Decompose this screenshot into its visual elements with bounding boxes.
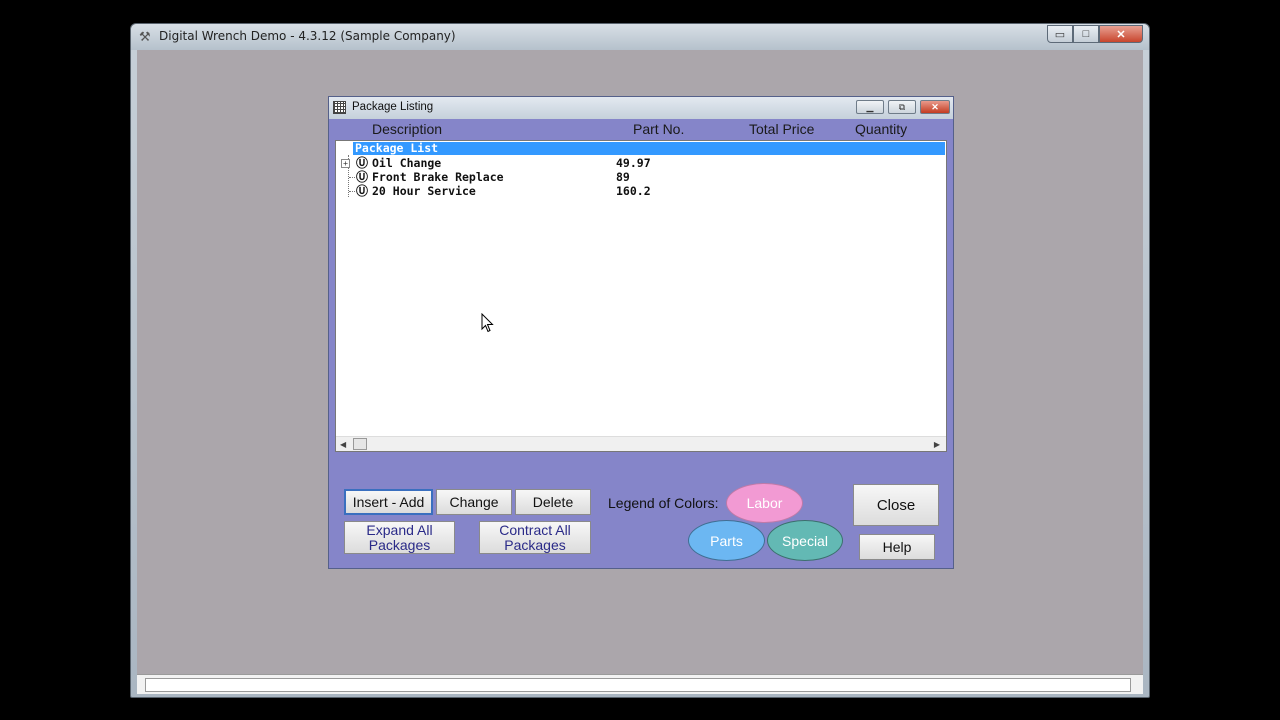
delete-button[interactable]: Delete (515, 489, 591, 515)
expand-plus-icon[interactable]: + (341, 159, 350, 168)
close-icon: ✕ (931, 101, 939, 112)
package-icon: Ⓤ (356, 184, 369, 198)
column-header-total-price[interactable]: Total Price (749, 121, 814, 137)
close-icon: ✕ (1116, 28, 1126, 41)
package-icon: Ⓤ (356, 170, 369, 184)
app-titlebar[interactable]: ⚒ Digital Wrench Demo - 4.3.12 (Sample C… (131, 24, 1149, 50)
tree-branch-line (349, 177, 355, 178)
legend-label: Legend of Colors: (608, 495, 719, 511)
close-button[interactable]: Close (853, 484, 939, 526)
legend-parts-badge: Parts (688, 520, 765, 561)
dialog-minimize-button[interactable]: ▁ (856, 100, 884, 114)
maximize-icon: □ (1082, 28, 1090, 40)
package-name: Front Brake Replace (372, 170, 504, 184)
package-price: 49.97 (616, 156, 651, 170)
grid-icon (333, 101, 346, 114)
legend-special-badge: Special (767, 520, 843, 561)
expand-all-packages-button[interactable]: Expand All Packages (344, 521, 455, 554)
horizontal-scrollbar[interactable]: ◀ ▶ (336, 436, 946, 451)
tree-item-front-brake-replace[interactable]: Ⓤ Front Brake Replace 89 (336, 170, 936, 184)
package-price: 160.2 (616, 184, 651, 198)
wrench-icon: ⚒ (139, 29, 151, 44)
tree-content: Package List + Ⓤ Oil Change 49.97 Ⓤ Fron… (336, 141, 946, 436)
package-name: Oil Change (372, 156, 442, 170)
tree-item-oil-change[interactable]: + Ⓤ Oil Change 49.97 (336, 156, 936, 170)
mouse-cursor-icon (481, 313, 494, 333)
scroll-right-arrow-icon[interactable]: ▶ (934, 440, 940, 449)
package-price: 89 (616, 170, 630, 184)
status-bar (137, 674, 1143, 694)
scroll-thumb[interactable] (353, 438, 367, 450)
app-title: Digital Wrench Demo - 4.3.12 (Sample Com… (159, 29, 456, 43)
app-window-controls: ▭ □ ✕ (1047, 25, 1143, 43)
maximize-button[interactable]: □ (1073, 25, 1099, 43)
minimize-icon: ▭ (1054, 28, 1066, 41)
tree-branch-line (349, 191, 355, 192)
package-name: 20 Hour Service (372, 184, 476, 198)
column-headers: Description Part No. Total Price Quantit… (333, 119, 949, 139)
status-field (145, 678, 1131, 692)
column-header-quantity[interactable]: Quantity (855, 121, 907, 137)
legend-labor-badge: Labor (726, 483, 803, 523)
restore-icon: ⧉ (898, 101, 906, 112)
dialog-close-button[interactable]: ✕ (920, 100, 950, 114)
minimize-icon: ▁ (866, 101, 874, 112)
tree-item-20-hour-service[interactable]: Ⓤ 20 Hour Service 160.2 (336, 184, 936, 198)
tree-root-package-list[interactable]: Package List (353, 142, 945, 155)
contract-all-packages-button[interactable]: Contract All Packages (479, 521, 591, 554)
dialog-title: Package Listing (352, 101, 434, 113)
package-icon: Ⓤ (356, 156, 369, 170)
dialog-restore-button[interactable]: ⧉ (888, 100, 916, 114)
change-button[interactable]: Change (436, 489, 512, 515)
close-window-button[interactable]: ✕ (1099, 25, 1143, 43)
package-tree[interactable]: Package List + Ⓤ Oil Change 49.97 Ⓤ Fron… (335, 140, 947, 452)
dialog-titlebar[interactable]: Package Listing ▁ ⧉ ✕ (329, 97, 953, 119)
minimize-button[interactable]: ▭ (1047, 25, 1073, 43)
help-button[interactable]: Help (859, 534, 935, 560)
scroll-left-arrow-icon[interactable]: ◀ (340, 440, 346, 449)
column-header-description[interactable]: Description (372, 121, 442, 137)
insert-add-button[interactable]: Insert - Add (344, 489, 433, 515)
column-header-part-no[interactable]: Part No. (633, 121, 684, 137)
dialog-window-controls: ▁ ⧉ ✕ (856, 100, 950, 114)
package-listing-dialog: Package Listing ▁ ⧉ ✕ Description Part N… (328, 96, 954, 569)
